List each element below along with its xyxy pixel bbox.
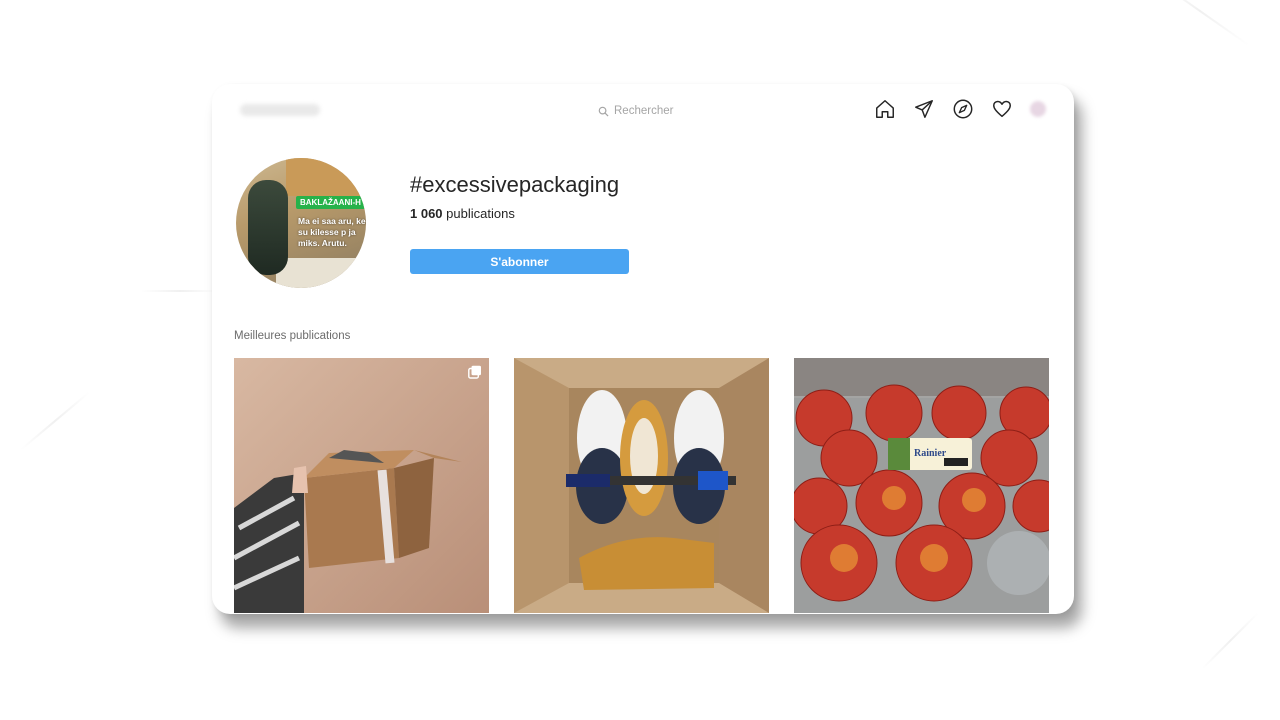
- nav-icons: [874, 98, 1046, 120]
- profile-image-caption: Ma ei saa aru, kes su kilesse p ja miks.…: [298, 216, 366, 248]
- post-count-label: publications: [446, 206, 515, 221]
- activity-heart-icon[interactable]: [991, 98, 1013, 120]
- post-count: 1 060 publications: [410, 206, 515, 221]
- post-image-box: [234, 358, 489, 613]
- hashtag-profile-image: BAKLAŽAANI-H Ma ei saa aru, kes su kiles…: [236, 158, 366, 288]
- search-icon: [598, 106, 609, 117]
- kitchen-shelf-shape: [286, 158, 366, 196]
- hashtag-title: #excessivepackaging: [410, 172, 620, 197]
- background-streak: [140, 290, 220, 292]
- account-name[interactable]: [240, 104, 320, 116]
- post-thumbnail-1[interactable]: [234, 358, 489, 613]
- post-image-apples: Rainier: [794, 358, 1049, 613]
- search-placeholder: Rechercher: [614, 105, 674, 117]
- background-streak: [1150, 0, 1250, 47]
- home-icon[interactable]: [874, 98, 896, 120]
- background-streak: [19, 391, 91, 451]
- post-thumbnail-3[interactable]: Rainier: [794, 358, 1049, 613]
- top-posts-grid: Rainier: [234, 358, 1049, 613]
- apple-label-text: Rainier: [914, 448, 947, 459]
- multiple-images-icon: [468, 365, 481, 379]
- profile-avatar[interactable]: [1030, 101, 1046, 117]
- wrapped-eggplant-shape: [248, 180, 288, 275]
- post-image-shoes: [514, 358, 769, 613]
- explore-compass-icon[interactable]: [952, 98, 974, 120]
- top-posts-label: Meilleures publications: [234, 330, 351, 342]
- follow-button[interactable]: S'abonner: [410, 249, 629, 274]
- direct-send-icon[interactable]: [913, 98, 935, 120]
- background-streak: [1201, 612, 1259, 670]
- instagram-window: Rechercher BAKLAŽAANI-H Ma ei saa aru, k…: [212, 84, 1074, 614]
- kitchen-counter-shape: [276, 258, 366, 288]
- profile-image-tag: BAKLAŽAANI-H: [296, 196, 365, 209]
- top-navigation-bar: Rechercher: [212, 84, 1074, 134]
- search-field[interactable]: Rechercher: [598, 102, 673, 120]
- post-count-number: 1 060: [410, 206, 443, 221]
- post-thumbnail-2[interactable]: [514, 358, 769, 613]
